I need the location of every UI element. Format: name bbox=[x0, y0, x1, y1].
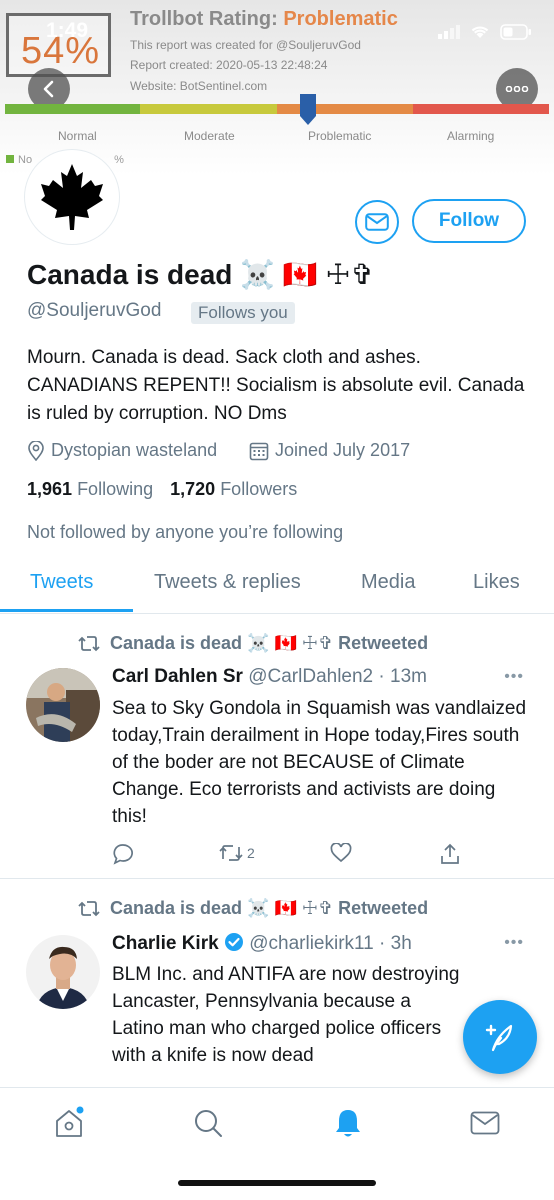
tweet-text: Sea to Sky Gondola in Squamish was vandl… bbox=[112, 698, 527, 827]
search-icon bbox=[195, 1110, 222, 1137]
legend-swatch bbox=[6, 155, 14, 163]
retweet-icon bbox=[78, 635, 100, 651]
location-text: Dystopian wasteland bbox=[51, 440, 218, 460]
profile-bio: Mourn. Canada is dead. Sack cloth and as… bbox=[27, 347, 525, 424]
bell-icon bbox=[336, 1110, 360, 1137]
scale-segment-normal bbox=[5, 104, 140, 114]
followers-link[interactable]: 1,720 Followers bbox=[170, 479, 297, 499]
verified-badge-icon bbox=[224, 933, 243, 951]
retweet-context-text: Canada is dead ☠️ 🇨🇦 ☩✞ Retweeted bbox=[110, 633, 429, 653]
tweet-more-button[interactable]: ••• bbox=[504, 668, 524, 686]
profile-location: Dystopian wasteland bbox=[27, 440, 217, 461]
tweet-divider bbox=[0, 878, 554, 879]
tab-likes[interactable]: Likes bbox=[473, 571, 520, 594]
bot-sentinel-report-header: 54% 1:49 Trollbot Rating: Problematic Th… bbox=[0, 0, 554, 175]
tweet-author-avatar[interactable] bbox=[26, 935, 100, 1009]
tab-tweets[interactable]: Tweets bbox=[30, 571, 93, 594]
tweet-author-name[interactable]: Carl Dahlen Sr bbox=[112, 666, 243, 687]
author-photo bbox=[26, 668, 100, 742]
followers-count: 1,720 bbox=[170, 479, 216, 499]
following-count: 1,961 bbox=[27, 479, 73, 499]
retweet-context-text: Canada is dead ☠️ 🇨🇦 ☩✞ Retweeted bbox=[110, 898, 429, 918]
mutual-followers-note: Not followed by anyone you’re following bbox=[27, 522, 344, 542]
envelope-icon bbox=[365, 213, 389, 231]
reply-button[interactable] bbox=[112, 843, 134, 865]
rating-value: Problematic bbox=[283, 8, 398, 30]
reply-icon bbox=[113, 844, 133, 865]
legend-partial-label: No bbox=[18, 154, 33, 166]
nav-home[interactable] bbox=[52, 1106, 86, 1140]
profile-joined: Joined July 2017 bbox=[249, 440, 410, 461]
home-icon bbox=[56, 1106, 84, 1137]
tweet-author-line: Carl Dahlen Sr @CarlDahlen2 · 13m bbox=[112, 666, 427, 688]
home-indicator[interactable] bbox=[178, 1180, 376, 1186]
tweet-more-button[interactable]: ••• bbox=[504, 934, 524, 952]
wifi-icon bbox=[471, 26, 489, 38]
status-bar-icons bbox=[438, 24, 532, 40]
scale-label-problematic: Problematic bbox=[308, 129, 372, 143]
follow-button[interactable]: Follow bbox=[412, 199, 526, 243]
like-button[interactable] bbox=[330, 843, 352, 863]
profile-display-name: Canada is dead ☠️ 🇨🇦 ☩✞ bbox=[27, 259, 375, 290]
message-button[interactable] bbox=[355, 200, 399, 244]
following-label: Following bbox=[77, 479, 154, 499]
following-link[interactable]: 1,961 Following bbox=[27, 479, 153, 499]
compose-tweet-button[interactable] bbox=[463, 1000, 537, 1074]
scale-label-moderate: Moderate bbox=[184, 129, 235, 143]
cellular-signal-icon bbox=[438, 25, 460, 39]
tab-tweets-replies[interactable]: Tweets & replies bbox=[154, 571, 301, 594]
share-icon bbox=[441, 843, 459, 864]
status-bar-time: 1:49 bbox=[46, 19, 89, 42]
tweet-author-line: Charlie Kirk @charliekirk11 · 3h bbox=[112, 932, 412, 955]
report-website-text: Website: BotSentinel.com bbox=[130, 79, 268, 93]
report-for-text: This report was created for @SouljeruvGo… bbox=[130, 38, 361, 52]
profile-tabs: Tweets Tweets & replies Media Likes bbox=[0, 558, 554, 614]
follow-counts: 1,961 Following 1,720 Followers bbox=[27, 479, 297, 500]
author-photo bbox=[26, 935, 100, 1009]
report-created-text: Report created: 2020-05-13 22:48:24 bbox=[130, 58, 328, 72]
compose-feather-icon bbox=[485, 1024, 513, 1052]
scale-segment-moderate bbox=[140, 104, 277, 114]
tweet-actions: 2 bbox=[112, 843, 472, 867]
joined-text: Joined July 2017 bbox=[275, 440, 411, 460]
follows-you-badge: Follows you bbox=[191, 302, 295, 324]
share-button[interactable] bbox=[440, 843, 460, 865]
rating-scale-bar bbox=[5, 104, 549, 114]
tweet-author-name[interactable]: Charlie Kirk bbox=[112, 933, 219, 954]
tweet-text: BLM Inc. and ANTIFA are now destroying L… bbox=[112, 964, 460, 1066]
followers-label: Followers bbox=[220, 479, 298, 499]
trollbot-rating-title: Trollbot Rating: Problematic bbox=[130, 8, 398, 31]
active-tab-indicator bbox=[0, 609, 133, 612]
envelope-icon bbox=[470, 1111, 500, 1135]
retweet-count: 2 bbox=[247, 845, 255, 861]
location-pin-icon bbox=[28, 440, 44, 461]
profile-avatar[interactable] bbox=[25, 150, 119, 244]
scale-label-normal: Normal bbox=[58, 129, 97, 143]
scale-label-alarming: Alarming bbox=[447, 129, 495, 143]
retweet-button[interactable]: 2 bbox=[218, 843, 255, 863]
profile-handle: @SouljeruvGod bbox=[27, 300, 162, 321]
retweet-icon bbox=[219, 845, 243, 861]
scale-segment-problematic bbox=[277, 104, 413, 114]
maple-leaf-icon bbox=[41, 164, 103, 230]
nav-notifications[interactable] bbox=[331, 1106, 365, 1140]
nav-search[interactable] bbox=[191, 1106, 225, 1140]
tweet-author-handle-time: @charliekirk11 · 3h bbox=[249, 933, 412, 954]
scale-segment-alarming bbox=[413, 104, 549, 114]
rating-title-prefix: Trollbot Rating: bbox=[130, 8, 278, 30]
retweet-icon bbox=[78, 900, 100, 916]
battery-icon bbox=[500, 24, 531, 40]
tab-media[interactable]: Media bbox=[361, 571, 415, 594]
legend-partial-value: % bbox=[114, 154, 124, 166]
nav-messages[interactable] bbox=[468, 1106, 502, 1140]
calendar-icon bbox=[249, 442, 269, 460]
retweet-context: Canada is dead ☠️ 🇨🇦 ☩✞ Retweeted bbox=[78, 898, 428, 919]
tweet-author-handle-time: @CarlDahlen2 · 13m bbox=[248, 666, 427, 687]
retweet-context: Canada is dead ☠️ 🇨🇦 ☩✞ Retweeted bbox=[78, 633, 428, 654]
chevron-left-icon bbox=[43, 80, 54, 98]
heart-icon bbox=[330, 843, 352, 863]
tweet-author-avatar[interactable] bbox=[26, 668, 100, 742]
ellipsis-icon bbox=[505, 86, 529, 92]
rating-marker bbox=[300, 94, 316, 125]
